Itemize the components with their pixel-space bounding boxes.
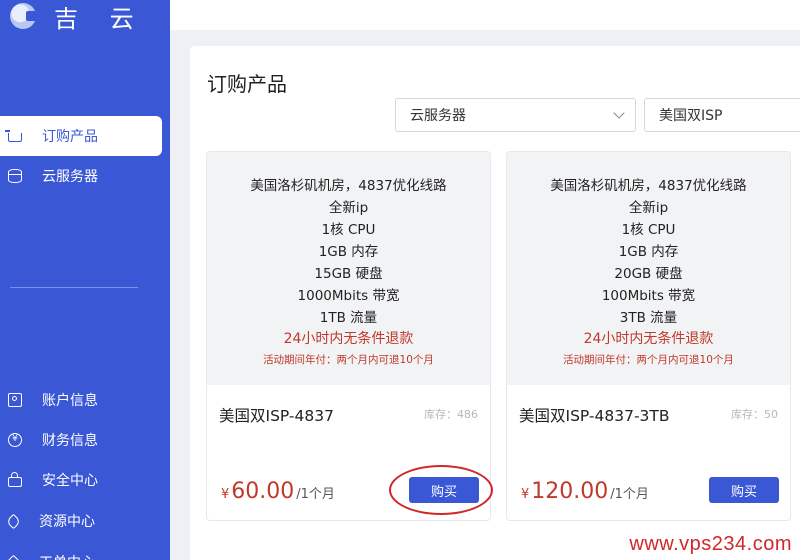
lock-icon xyxy=(8,472,22,487)
spec-line: 1000Mbits 带宽 xyxy=(297,288,400,304)
spec-line: 20GB 硬盘 xyxy=(614,266,683,282)
sidebar-item-label: 账户信息 xyxy=(42,393,98,409)
yen-icon: ¥ xyxy=(8,433,22,447)
chevron-down-icon xyxy=(613,107,625,119)
annotation-circle xyxy=(389,465,493,515)
price-amount: 120.00 xyxy=(531,479,609,504)
sidebar-item-order-products[interactable]: 订购产品 xyxy=(0,116,162,156)
product-name: 美国双ISP-4837-3TB xyxy=(519,407,670,425)
price-amount: 60.00 xyxy=(231,479,295,504)
spec-line: 1核 CPU xyxy=(621,222,676,238)
buy-button[interactable]: 购买 xyxy=(709,477,779,503)
promo-note: 活动期间年付：两个月内可退10个月 xyxy=(263,354,434,366)
logo-cloud-icon xyxy=(10,3,38,29)
sidebar-item-label: 订购产品 xyxy=(42,129,98,145)
stock-count: 库存：50 xyxy=(731,408,778,421)
spec-line: 1TB 流量 xyxy=(319,310,378,326)
product-specs: 美国洛杉矶机房，4837优化线路 全新ip 1核 CPU 1GB 内存 20GB… xyxy=(507,152,790,385)
sidebar-item-security-center[interactable]: 安全中心 xyxy=(0,460,162,500)
promo-note: 活动期间年付：两个月内可退10个月 xyxy=(563,354,734,366)
spec-line: 3TB 流量 xyxy=(619,310,678,326)
price: ¥ 120.00 /1个月 xyxy=(521,479,649,504)
price-period: /1个月 xyxy=(610,487,649,502)
sidebar-item-ticket-center[interactable]: 工单中心 xyxy=(0,542,162,560)
sidebar-item-label: 工单中心 xyxy=(39,552,95,560)
product-specs: 美国洛杉矶机房，4837优化线路 全新ip 1核 CPU 1GB 内存 15GB… xyxy=(207,152,490,385)
watermark: www.vps234.com xyxy=(629,533,792,555)
spec-line: 全新ip xyxy=(628,200,669,216)
spec-line: 美国洛杉矶机房，4837优化线路 xyxy=(250,178,447,194)
category-select[interactable]: 云服务器 xyxy=(395,98,636,132)
database-icon xyxy=(8,169,22,183)
spec-line: 1GB 内存 xyxy=(318,244,379,260)
line-select-value: 美国双ISP xyxy=(659,108,723,124)
sidebar: 吉 云 订购产品 云服务器 账户信息 ¥ 财务信息 安全中心 资源中心 工单中心 xyxy=(0,0,170,560)
category-select-value: 云服务器 xyxy=(410,108,466,124)
cart-icon xyxy=(5,130,22,142)
logo[interactable]: 吉 云 xyxy=(10,0,146,33)
price-period: /1个月 xyxy=(296,487,335,502)
sidebar-item-label: 资源中心 xyxy=(39,514,95,530)
spec-line: 全新ip xyxy=(328,200,369,216)
line-select[interactable]: 美国双ISP xyxy=(644,98,800,132)
user-card-icon xyxy=(8,393,22,407)
page-title: 订购产品 xyxy=(207,72,287,96)
currency-symbol: ¥ xyxy=(221,487,230,502)
price: ¥ 60.00 /1个月 xyxy=(221,479,335,504)
tag-icon xyxy=(5,513,22,529)
refund-note: 24小时内无条件退款 xyxy=(583,331,714,347)
sidebar-item-resource-center[interactable]: 资源中心 xyxy=(0,501,162,541)
sidebar-divider xyxy=(10,287,138,288)
stock-count: 库存：486 xyxy=(424,408,478,421)
product-card: 美国洛杉矶机房，4837优化线路 全新ip 1核 CPU 1GB 内存 20GB… xyxy=(506,151,791,521)
spec-line: 100Mbits 带宽 xyxy=(601,288,696,304)
sidebar-item-label: 云服务器 xyxy=(42,169,98,185)
top-bar xyxy=(170,0,800,30)
refund-note: 24小时内无条件退款 xyxy=(283,331,414,347)
logo-text: 吉 云 xyxy=(54,4,146,33)
sidebar-item-finance-info[interactable]: ¥ 财务信息 xyxy=(0,420,162,460)
sidebar-item-account-info[interactable]: 账户信息 xyxy=(0,380,162,420)
spec-line: 1GB 内存 xyxy=(618,244,679,260)
spec-line: 美国洛杉矶机房，4837优化线路 xyxy=(550,178,747,194)
sidebar-item-label: 安全中心 xyxy=(42,473,98,489)
spec-line: 1核 CPU xyxy=(321,222,376,238)
product-name: 美国双ISP-4837 xyxy=(219,407,334,425)
sidebar-item-label: 财务信息 xyxy=(42,433,98,449)
currency-symbol: ¥ xyxy=(521,487,530,502)
sidebar-item-cloud-servers[interactable]: 云服务器 xyxy=(0,156,162,196)
spec-line: 15GB 硬盘 xyxy=(314,266,383,282)
ticket-icon xyxy=(5,554,22,560)
